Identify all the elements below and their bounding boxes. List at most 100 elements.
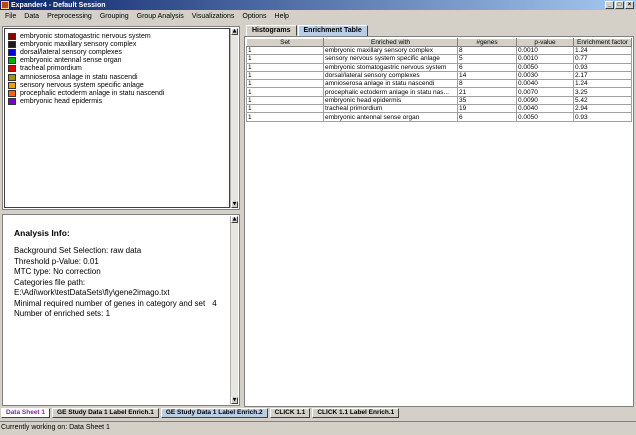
cell-set[interactable]: 1 (246, 79, 324, 89)
legend-swatch (8, 98, 16, 106)
cell-enrichment-factor[interactable]: 1.24 (573, 45, 632, 56)
cell-enriched-with[interactable]: dorsal/lateral sensory complexes (323, 70, 458, 81)
cell-genes[interactable]: 5 (457, 54, 517, 64)
menu-options[interactable]: Options (238, 13, 270, 20)
cell-p-value[interactable]: 0.0090 (516, 95, 574, 106)
cell-p-value[interactable]: 0.0050 (516, 112, 574, 122)
table-row[interactable]: 1 tracheal primordium 19 0.0040 2.94 (246, 104, 632, 114)
column-header-set[interactable]: Set (246, 38, 324, 47)
column-header-genes[interactable]: #genes (457, 38, 517, 47)
menu-preprocessing[interactable]: Preprocessing (43, 13, 96, 20)
cell-enrichment-factor[interactable]: 0.77 (573, 54, 632, 64)
legend-item: embryonic stomatogastric nervous system (8, 32, 226, 40)
cell-genes[interactable]: 8 (457, 79, 517, 89)
cell-set[interactable]: 1 (246, 70, 324, 81)
results-panel: Histograms Enrichment Table Set Enriched… (244, 24, 634, 407)
maximize-button[interactable]: □ (615, 1, 624, 9)
cell-genes[interactable]: 14 (457, 70, 517, 81)
legend-swatch (8, 73, 16, 81)
cell-set[interactable]: 1 (246, 54, 324, 64)
table-row[interactable]: 1 embryonic maxillary sensory complex 8 0.0… (246, 45, 632, 56)
cell-genes[interactable]: 19 (457, 104, 517, 114)
cell-set[interactable]: 1 (246, 45, 324, 56)
table-row[interactable]: 1 embryonic stomatogastric nervous system… (246, 62, 632, 72)
table-row[interactable]: 1 sensory nervous system specific anlage 5… (246, 54, 632, 64)
cell-p-value[interactable]: 0.0040 (516, 104, 574, 114)
close-button[interactable]: × (625, 1, 634, 9)
cell-enriched-with[interactable]: embryonic head epidermis (323, 95, 458, 106)
menu-file[interactable]: File (1, 13, 20, 20)
info-scrollbar[interactable]: ▲ ▼ (230, 216, 238, 404)
cell-genes[interactable]: 21 (457, 87, 517, 97)
cell-p-value[interactable]: 0.0010 (516, 54, 574, 64)
legend-item: procephalic ectoderm anlage in statu nas… (8, 89, 226, 97)
cell-p-value[interactable]: 0.0070 (516, 87, 574, 97)
cell-enriched-with[interactable]: embryonic maxillary sensory complex (323, 45, 458, 56)
sheet-tab-label-enrich-2[interactable]: GE Study Data 1 Label Enrich.2 (160, 408, 268, 418)
min-required-genes-text: Minimal required number of genes in cate… (14, 299, 220, 310)
table-row[interactable]: 1 procephalic ectoderm anlage in statu na… (246, 87, 632, 97)
min-required-label: Minimal required number of genes in cate… (14, 298, 206, 308)
cell-p-value[interactable]: 0.0050 (516, 62, 574, 72)
table-row[interactable]: 1 embryonic head epidermis 35 0.0090 5.42 (246, 95, 632, 106)
mtc-type-text: MTC type: No correction (14, 267, 101, 276)
cell-enrichment-factor[interactable]: 2.94 (573, 104, 632, 114)
scroll-up-arrow-icon[interactable]: ▲ (231, 28, 238, 35)
scroll-down-arrow-icon[interactable]: ▼ (231, 201, 238, 208)
status-bar: Currently working on: Data Sheet 1 (0, 421, 636, 435)
tab-histograms[interactable]: Histograms (246, 25, 297, 36)
cell-p-value[interactable]: 0.0040 (516, 79, 574, 89)
legend-panel: embryonic stomatogastric nervous system e… (2, 26, 240, 210)
cell-p-value[interactable]: 0.0010 (516, 45, 574, 56)
minimize-button[interactable]: _ (605, 1, 614, 9)
cell-enriched-with[interactable]: sensory nervous system specific anlage (323, 54, 458, 64)
cell-set[interactable]: 1 (246, 95, 324, 106)
menu-bar: File Data Preprocessing Grouping Group A… (0, 10, 636, 22)
cell-genes[interactable]: 6 (457, 112, 517, 122)
cell-enrichment-factor[interactable]: 2.17 (573, 70, 632, 81)
cell-enriched-with[interactable]: procephalic ectoderm anlage in statu nas… (323, 87, 458, 97)
cell-enriched-with[interactable]: tracheal primordium (323, 104, 458, 114)
sheet-tabs: Data Sheet 1 GE Study Data 1 Label Enric… (0, 408, 636, 419)
analysis-info-title: Analysis Info: (14, 228, 70, 238)
cell-enrichment-factor[interactable]: 3.25 (573, 87, 632, 97)
cell-enrichment-factor[interactable]: 5.42 (573, 95, 632, 106)
sheet-tab-data-sheet-1[interactable]: Data Sheet 1 (1, 408, 51, 418)
menu-group-analysis[interactable]: Group Analysis (133, 13, 188, 20)
scroll-down-arrow-icon[interactable]: ▼ (231, 397, 238, 404)
scroll-up-arrow-icon[interactable]: ▲ (231, 216, 238, 223)
cell-set[interactable]: 1 (246, 62, 324, 72)
sheet-tab-click-label-enrich[interactable]: CLICK 1.1 Label Enrich.1 (312, 408, 400, 418)
sheet-tab-click-1-1[interactable]: CLICK 1.1 (269, 408, 311, 418)
table-row[interactable]: 1 dorsal/lateral sensory complexes 14 0.003… (246, 70, 632, 81)
column-header-p-value[interactable]: p-value (516, 38, 574, 47)
cell-enrichment-factor[interactable]: 1.24 (573, 79, 632, 89)
menu-visualizations[interactable]: Visualizations (188, 13, 239, 20)
legend-label: embryonic stomatogastric nervous system (20, 32, 151, 40)
cell-set[interactable]: 1 (246, 87, 324, 97)
cell-genes[interactable]: 8 (457, 45, 517, 56)
cell-enriched-with[interactable]: amnioserosa anlage in statu nascendi (323, 79, 458, 89)
cell-p-value[interactable]: 0.0030 (516, 70, 574, 81)
enriched-sets-text: Number of enriched sets: 1 (14, 309, 111, 318)
cell-genes[interactable]: 35 (457, 95, 517, 106)
background-set-text: Background Set Selection: raw data (14, 246, 142, 255)
menu-data[interactable]: Data (20, 13, 43, 20)
analysis-info-panel: Analysis Info: Background Set Selection:… (2, 214, 240, 406)
legend-swatch (8, 89, 16, 97)
cell-enrichment-factor[interactable]: 0.93 (573, 62, 632, 72)
cell-set[interactable]: 1 (246, 104, 324, 114)
cell-enrichment-factor[interactable]: 0.93 (573, 112, 632, 122)
cell-set[interactable]: 1 (246, 112, 324, 122)
cell-genes[interactable]: 6 (457, 62, 517, 72)
column-header-enriched-with[interactable]: Enriched with (323, 38, 458, 47)
table-row[interactable]: 1 amnioserosa anlage in statu nascendi 8 0.… (246, 79, 632, 89)
column-header-enrichment-factor[interactable]: Enrichment factor (573, 38, 632, 47)
menu-help[interactable]: Help (271, 13, 293, 20)
cell-enriched-with[interactable]: embryonic stomatogastric nervous system (323, 62, 458, 72)
table-row[interactable]: 1 embryonic antennal sense organ 6 0.0050 0.… (246, 112, 632, 122)
menu-grouping[interactable]: Grouping (96, 13, 133, 20)
sheet-tab-label-enrich-1[interactable]: GE Study Data 1 Label Enrich.1 (52, 408, 159, 418)
cell-enriched-with[interactable]: embryonic antennal sense organ (323, 112, 458, 122)
legend-scrollbar[interactable]: ▲ ▼ (230, 28, 238, 208)
